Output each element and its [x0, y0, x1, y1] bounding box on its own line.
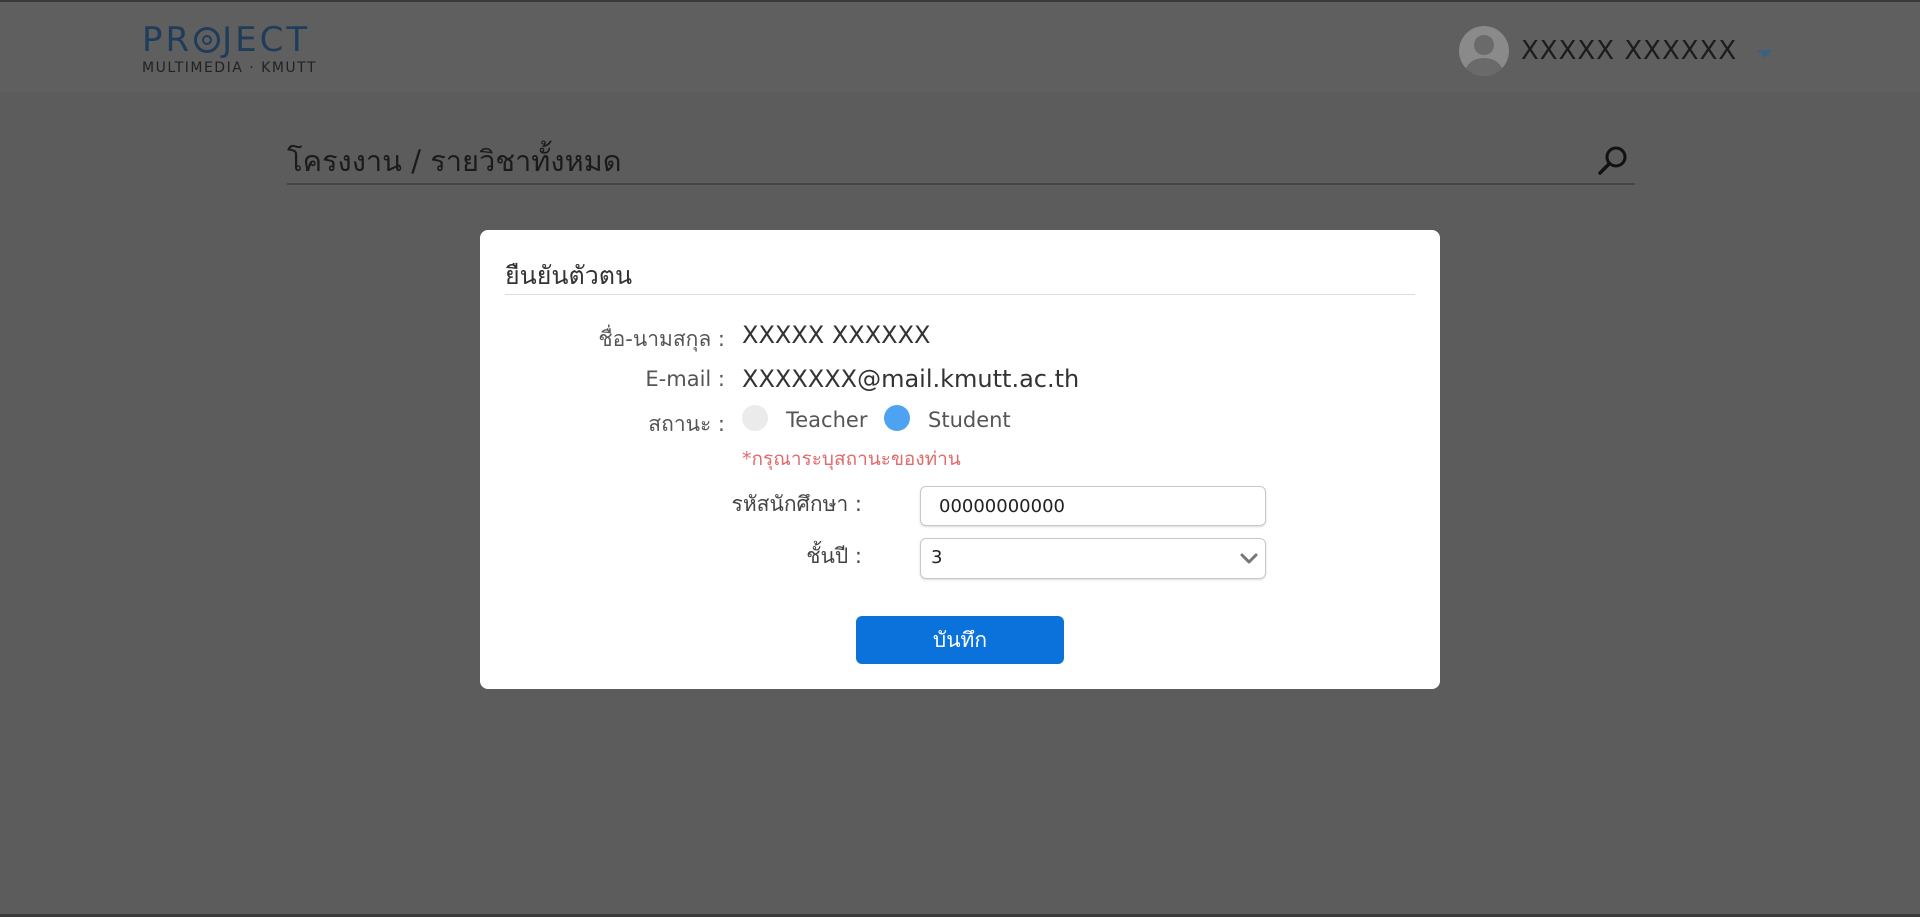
project-logo[interactable]: PR JECT MULTIMEDIA · KMUTT — [142, 22, 317, 76]
save-button[interactable]: บันทึก — [856, 616, 1064, 664]
breadcrumb: โครงงาน / รายวิชาทั้งหมด — [287, 144, 622, 178]
verify-identity-modal: ยืนยันตัวตน ชื่อ-นามสกุล : XXXXX XXXXXX … — [480, 230, 1440, 689]
year-select-value: 3 — [931, 547, 943, 568]
status-radio-student-label[interactable]: Student — [928, 408, 1011, 432]
year-label: ชั้นปี : — [806, 544, 862, 568]
user-menu[interactable]: XXXXX XXXXXX — [1459, 26, 1774, 76]
header-divider — [287, 183, 1635, 185]
name-value: XXXXX XXXXXX — [742, 321, 931, 349]
modal-divider — [505, 294, 1415, 295]
caret-down-icon[interactable] — [1757, 50, 1774, 58]
user-name: XXXXX XXXXXX — [1521, 36, 1738, 66]
student-id-label: รหัสนักศึกษา : — [731, 492, 862, 516]
year-select[interactable]: 3 — [920, 538, 1266, 579]
status-radio-teacher-label[interactable]: Teacher — [786, 408, 867, 432]
chevron-down-icon — [1240, 553, 1258, 564]
status-label: สถานะ : — [648, 412, 725, 436]
name-label: ชื่อ-นามสกุล : — [598, 327, 725, 351]
search-icon[interactable] — [1596, 144, 1630, 178]
top-navbar: PR JECT MULTIMEDIA · KMUTT XXXXX XXXXXX — [0, 0, 1920, 92]
email-value: XXXXXXX@mail.kmutt.ac.th — [742, 365, 1080, 393]
logo-o-icon — [194, 27, 221, 53]
email-label: E-mail : — [645, 367, 725, 391]
user-avatar-icon — [1459, 26, 1509, 76]
logo-word-pre: PR — [142, 20, 193, 60]
logo-word-post: JECT — [222, 20, 311, 60]
status-radio-teacher[interactable] — [742, 405, 768, 431]
logo-subtitle: MULTIMEDIA · KMUTT — [142, 60, 318, 76]
modal-title: ยืนยันตัวตน — [505, 261, 633, 290]
status-warning: *กรุณาระบุสถานะของท่าน — [742, 448, 961, 470]
status-radio-student[interactable] — [884, 405, 910, 431]
logo-wordmark: PR JECT — [142, 22, 317, 58]
student-id-input[interactable] — [920, 486, 1266, 526]
